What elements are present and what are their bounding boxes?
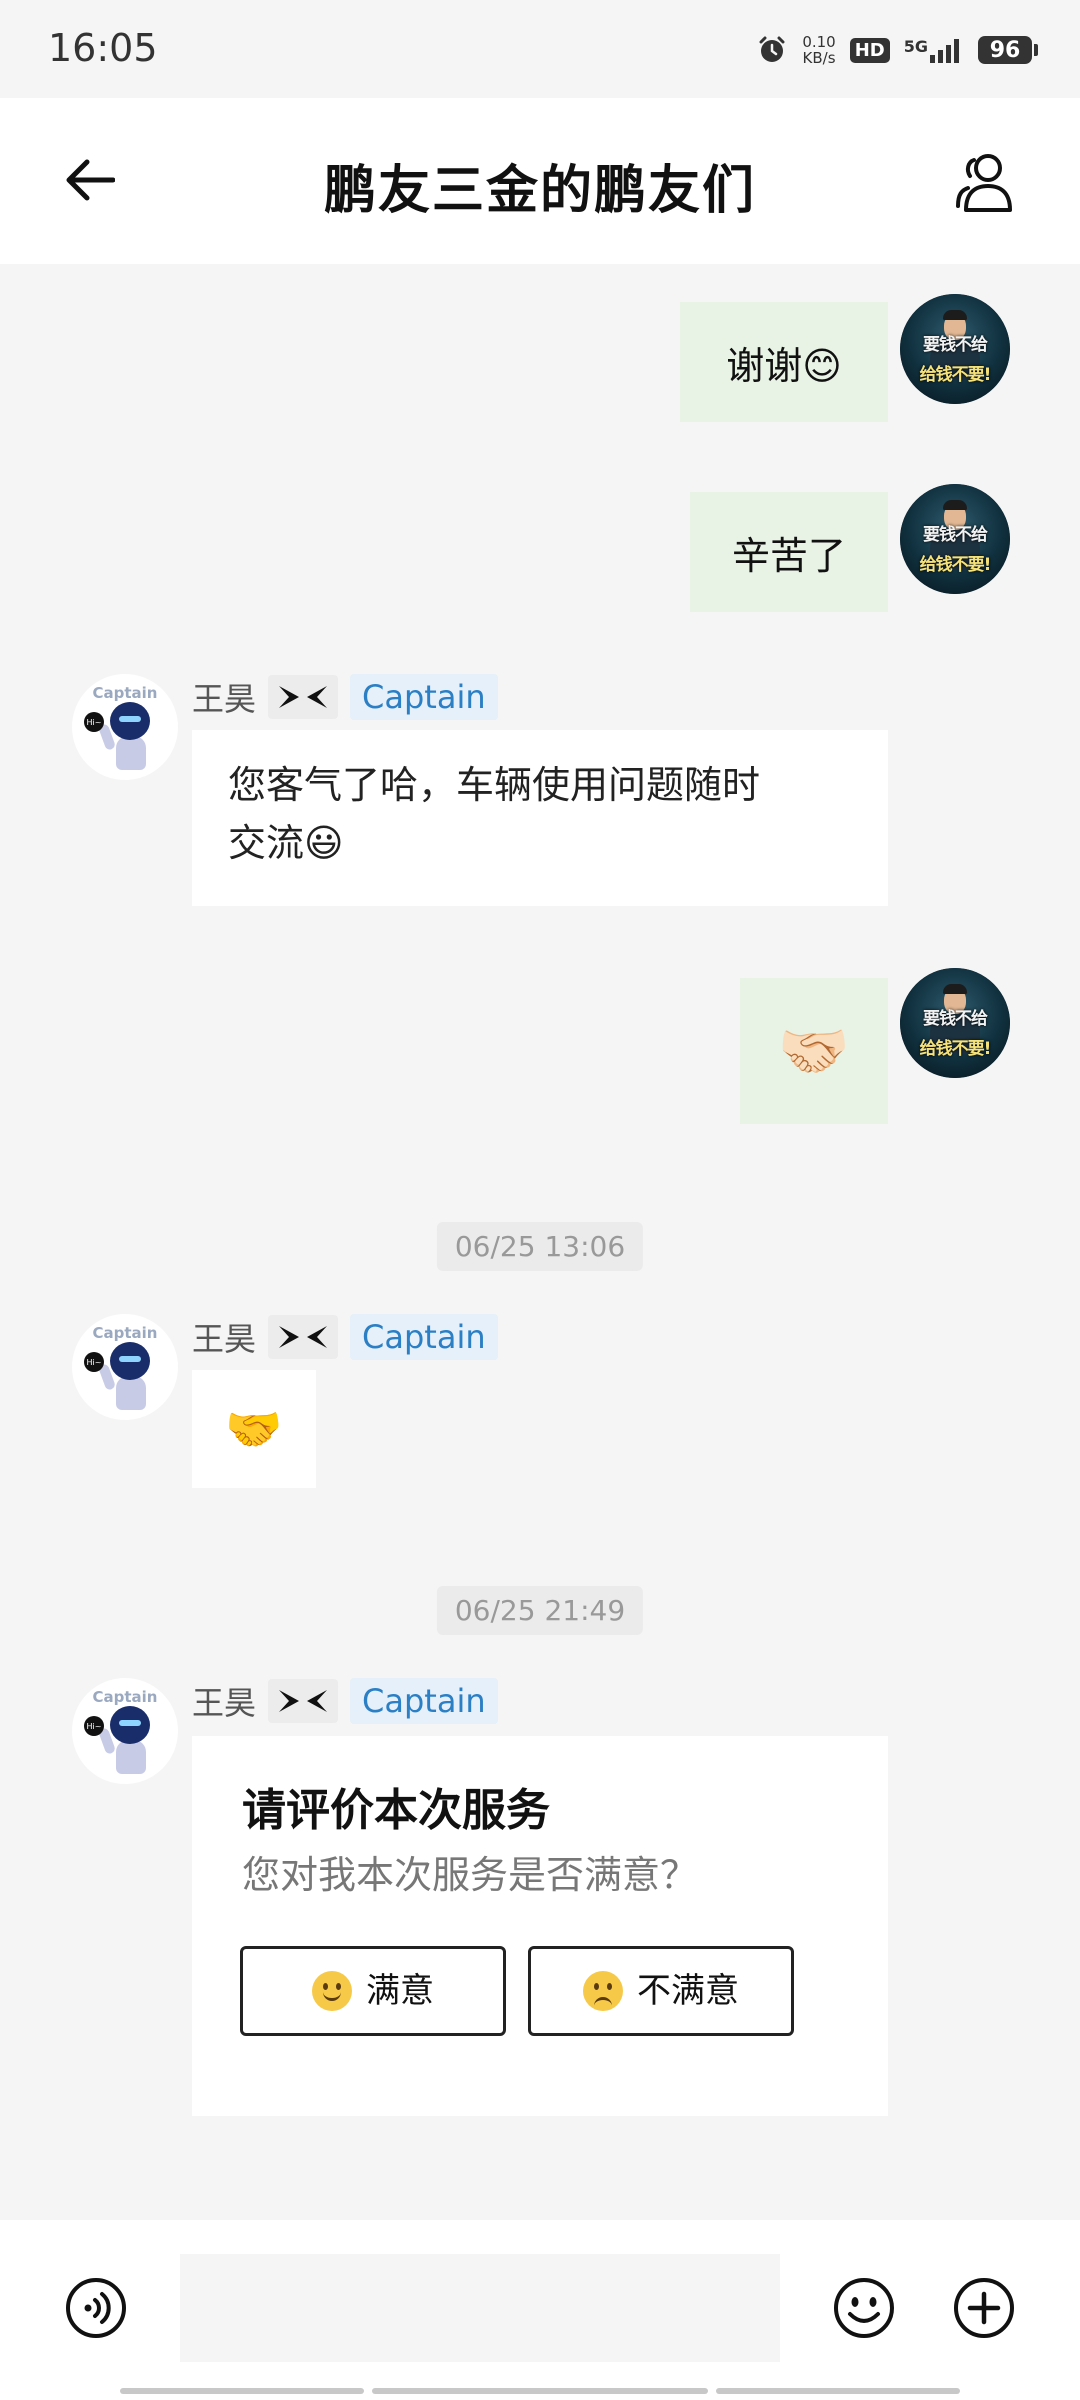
message-bubble-outgoing[interactable]: 🤝🏻 xyxy=(740,978,888,1124)
chat-header: 鹏友三金的鹏友们 xyxy=(0,98,1080,264)
role-badge: Captain xyxy=(350,674,498,720)
voice-button[interactable] xyxy=(64,2276,128,2340)
group-members-button[interactable] xyxy=(950,146,1020,216)
message-bubble-incoming[interactable]: 🤝 xyxy=(192,1370,316,1488)
avatar-text: 给钱不要! xyxy=(919,1039,992,1059)
status-bar: 16:05 0.10 KB/s HD 5G 96 xyxy=(0,0,1080,98)
avatar-text: 要钱不给 xyxy=(923,1009,988,1029)
group-members-icon xyxy=(956,154,1012,212)
xpeng-logo-icon xyxy=(268,1679,339,1723)
message-text: 交流😃 xyxy=(228,821,344,865)
message-emoji: 🤝🏻 xyxy=(777,1016,851,1085)
sender-info: 王昊 Captain xyxy=(192,1314,498,1360)
avatar-text: 要钱不给 xyxy=(923,335,988,355)
network-type: 5G xyxy=(903,37,928,56)
battery-icon: 96 xyxy=(978,36,1038,64)
evaluation-title: 请评价本次服务 xyxy=(242,1785,550,1836)
timestamp: 06/25 21:49 xyxy=(436,1586,644,1635)
more-button[interactable] xyxy=(952,2276,1016,2340)
timestamp: 06/25 13:06 xyxy=(436,1222,644,1271)
gesture-bar xyxy=(120,2388,364,2394)
avatar-text: Hi~ xyxy=(84,1352,104,1372)
unsatisfied-button[interactable]: 不满意 xyxy=(528,1946,794,2036)
frown-emoji-icon xyxy=(583,1971,623,2011)
chat-screen: 16:05 0.10 KB/s HD 5G 96 鹏友三金的鹏友们 谢谢😊 要钱… xyxy=(0,0,1080,2400)
message-input[interactable] xyxy=(180,2254,780,2362)
avatar-text: Captain xyxy=(92,1324,158,1342)
alarm-icon xyxy=(756,34,788,66)
sender-name: 王昊 xyxy=(192,680,257,718)
service-evaluation-card: 请评价本次服务 您对我本次服务是否满意？ 满意 不满意 xyxy=(192,1736,888,2116)
satisfied-button[interactable]: 满意 xyxy=(240,1946,506,2036)
message-bubble-incoming[interactable]: 您客气了哈，车辆使用问题随时 交流😃 xyxy=(192,730,888,906)
page-title: 鹏友三金的鹏友们 xyxy=(323,161,756,221)
gesture-bar xyxy=(372,2388,708,2394)
avatar[interactable]: 要钱不给 给钱不要! xyxy=(900,294,1010,404)
voice-icon xyxy=(66,2278,126,2338)
avatar-text: Captain xyxy=(92,684,158,702)
avatar[interactable]: 要钱不给 给钱不要! xyxy=(900,484,1010,594)
avatar-text: Hi~ xyxy=(84,1716,104,1736)
role-badge: Captain xyxy=(350,1314,498,1360)
status-time: 16:05 xyxy=(48,26,158,70)
signal-icon: 5G xyxy=(904,37,964,63)
avatar-text: 给钱不要! xyxy=(919,365,992,385)
evaluation-subtitle: 您对我本次服务是否满意？ xyxy=(242,1853,699,1897)
avatar[interactable]: Captain Hi~ xyxy=(72,1678,178,1784)
avatar-text: Hi~ xyxy=(84,712,104,732)
message-bubble-outgoing[interactable]: 谢谢😊 xyxy=(680,302,888,422)
plus-icon xyxy=(954,2278,1014,2338)
smile-emoji-icon xyxy=(312,1971,352,2011)
avatar[interactable]: Captain Hi~ xyxy=(72,1314,178,1420)
satisfied-label: 满意 xyxy=(366,1971,434,2011)
xpeng-logo-icon xyxy=(268,1315,339,1359)
hd-badge: HD xyxy=(849,37,890,63)
net-speed: 0.10 KB/s xyxy=(802,34,835,66)
message-text: 谢谢😊 xyxy=(726,343,842,388)
net-speed-unit: KB/s xyxy=(802,49,836,67)
message-list[interactable]: 谢谢😊 要钱不给 给钱不要! 辛苦了 要钱不给 给钱不要! Captain Hi… xyxy=(0,264,1080,2220)
sender-info: 王昊 Captain xyxy=(192,674,498,720)
avatar-text: 给钱不要! xyxy=(919,555,992,575)
avatar-text: 要钱不给 xyxy=(923,525,988,545)
role-badge: Captain xyxy=(350,1678,498,1724)
avatar-text: Captain xyxy=(92,1688,158,1706)
message-bubble-outgoing[interactable]: 辛苦了 xyxy=(690,492,888,612)
unsatisfied-label: 不满意 xyxy=(637,1971,739,2011)
net-speed-value: 0.10 xyxy=(802,33,836,51)
status-icons: 0.10 KB/s HD 5G 96 xyxy=(756,30,1038,70)
sender-info: 王昊 Captain xyxy=(192,1678,498,1724)
emoji-button[interactable] xyxy=(832,2276,896,2340)
emoji-icon xyxy=(834,2278,894,2338)
gesture-bar xyxy=(716,2388,960,2394)
avatar[interactable]: Captain Hi~ xyxy=(72,674,178,780)
sender-name: 王昊 xyxy=(192,1684,257,1722)
input-bar xyxy=(0,2220,1080,2400)
xpeng-logo-icon xyxy=(268,675,339,719)
message-text: 辛苦了 xyxy=(731,533,846,578)
avatar[interactable]: 要钱不给 给钱不要! xyxy=(900,968,1010,1078)
message-text: 您客气了哈，车辆使用问题随时 xyxy=(228,763,761,807)
sender-name: 王昊 xyxy=(192,1320,257,1358)
message-emoji: 🤝 xyxy=(225,1402,283,1456)
